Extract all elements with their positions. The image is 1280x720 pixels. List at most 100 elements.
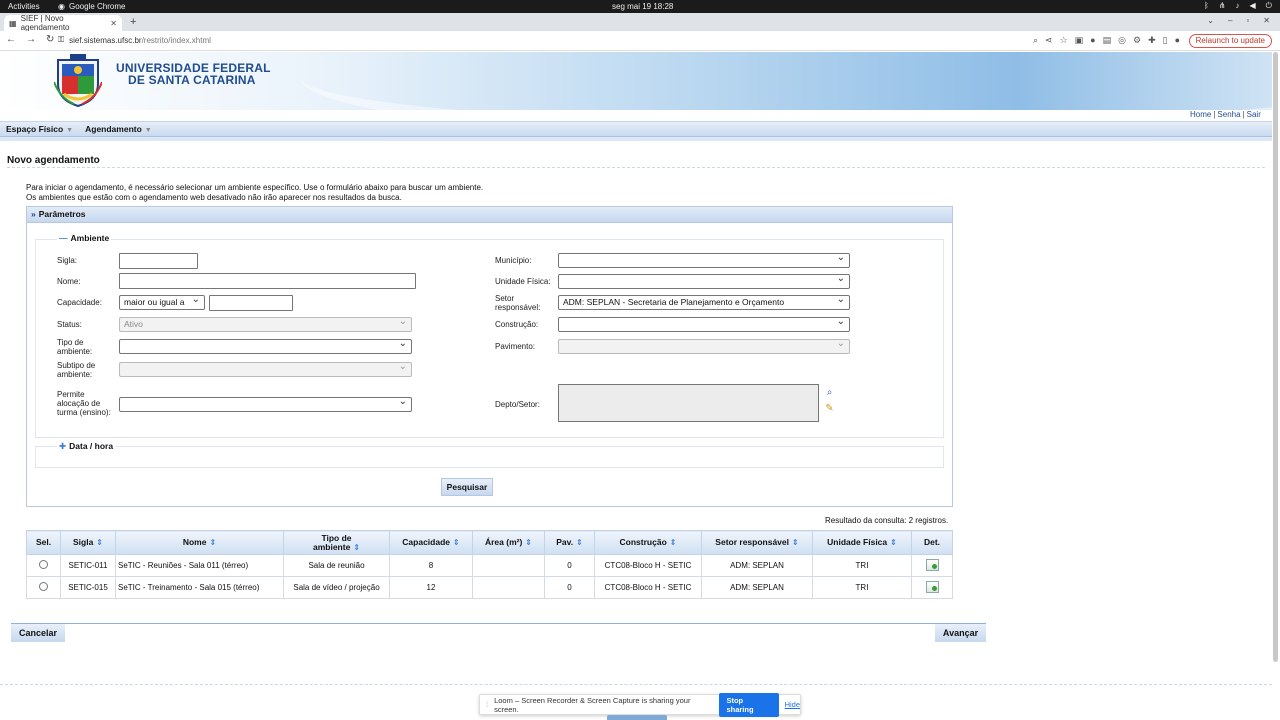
row-radio[interactable] (39, 560, 48, 569)
construcao-select[interactable] (558, 316, 850, 332)
tab-title: SIEF | Novo agendamento (20, 14, 70, 32)
col-area[interactable]: Área (m²) ⇕ (472, 530, 545, 555)
profile-icon[interactable]: ● (1175, 35, 1180, 46)
side-panel-icon[interactable]: ▯ (1163, 35, 1168, 46)
col-nome[interactable]: Nome ⇕ (115, 530, 284, 555)
cell-nome: SeTIC - Treinamento - Sala 015 (térreo) (115, 576, 284, 599)
zoom-icon[interactable]: ⌕ (1033, 35, 1038, 46)
col-setor[interactable]: Setor responsável ⇕ (701, 530, 813, 555)
col-unidade[interactable]: Unidade Física ⇕ (812, 530, 912, 555)
cancel-button[interactable]: Cancelar (11, 624, 65, 642)
details-icon[interactable] (925, 580, 939, 593)
extension-icon[interactable]: ◎ (1118, 35, 1126, 46)
capacidade-input[interactable] (209, 295, 293, 311)
menu-espaco-fisico[interactable]: Espaço Físico ▼ (0, 122, 79, 136)
reload-icon[interactable]: ↻ (46, 34, 54, 45)
depto-setor-label: Depto/Setor: (495, 400, 540, 409)
col-construcao[interactable]: Construção ⇕ (594, 530, 702, 555)
share-icon[interactable]: ⋖ (1045, 35, 1053, 46)
col-tipo[interactable]: Tipo de ambiente ⇕ (283, 530, 390, 555)
puzzle-icon[interactable]: ✚ (1148, 35, 1156, 46)
extension-icon[interactable]: ▤ (1103, 35, 1112, 46)
pavimento-select[interactable] (558, 338, 850, 354)
sort-icon: ⇕ (453, 538, 460, 547)
table-header-row: Sel. Sigla ⇕ Nome ⇕ Tipo de ambiente ⇕ Capac… (26, 530, 953, 555)
sort-icon: ⇕ (96, 538, 103, 547)
maximize-icon[interactable]: ▫ (1246, 16, 1249, 25)
browser-toolbar: ← → ↻ ⚿ sief.sistemas.ufsc.br/restrito/i… (0, 31, 1280, 51)
row-detail-cell (911, 576, 953, 599)
subtipo-ambiente-select[interactable] (119, 361, 412, 377)
cell-pav: 0 (544, 554, 595, 577)
system-tray[interactable]: ᛒ ⋔ ♪ ◀ ⏻ (1204, 1, 1272, 11)
cell-area (472, 576, 545, 599)
clear-broom-icon[interactable]: ✎ (823, 402, 836, 415)
activities-button[interactable]: Activities (8, 2, 40, 11)
site-info-icon[interactable]: ⚿ (58, 35, 64, 45)
row-select-cell (26, 576, 61, 599)
relaunch-button[interactable]: Relaunch to update (1188, 34, 1272, 48)
depto-setor-textarea[interactable] (558, 384, 819, 422)
ufsc-crest-icon[interactable] (54, 54, 102, 108)
back-icon[interactable]: ← (6, 34, 16, 45)
results-table: Sel. Sigla ⇕ Nome ⇕ Tipo de ambiente ⇕ Capac… (26, 530, 953, 599)
extension-icon[interactable]: ⚙ (1133, 35, 1141, 46)
cell-nome: SeTIC - Reuniões - Sala 011 (térreo) (115, 554, 284, 577)
unidade-fisica-select[interactable] (558, 273, 850, 289)
sigla-input[interactable] (119, 253, 198, 269)
chevron-down-icon: ▼ (66, 127, 74, 134)
new-tab-icon[interactable]: + (130, 16, 136, 28)
next-button[interactable]: Avançar (935, 624, 986, 642)
details-icon[interactable] (925, 558, 939, 571)
forward-icon[interactable]: → (26, 34, 36, 45)
data-hora-legend[interactable]: ✚ Data / hora (57, 441, 116, 452)
municipio-select[interactable] (558, 252, 850, 268)
municipio-label: Município: (495, 256, 532, 265)
close-window-icon[interactable]: ✕ (1263, 16, 1270, 25)
close-tab-icon[interactable]: ✕ (110, 19, 117, 28)
sair-link[interactable]: Sair (1247, 110, 1261, 119)
setor-responsavel-label: Setor responsável: (495, 294, 541, 312)
menu-agendamento[interactable]: Agendamento ▼ (79, 122, 158, 136)
collapse-chevron-icon: » (31, 209, 36, 219)
row-radio[interactable] (39, 582, 48, 591)
hide-link[interactable]: Hide (785, 700, 800, 709)
col-sigla[interactable]: Sigla ⇕ (60, 530, 116, 555)
nome-input[interactable] (119, 273, 416, 289)
address-bar[interactable]: ⚿ sief.sistemas.ufsc.br/restrito/index.x… (58, 35, 211, 45)
parameters-header[interactable]: » Parâmetros (27, 207, 952, 223)
result-count: Resultado da consulta: 2 registros. (825, 516, 949, 525)
sort-icon: ⇕ (353, 542, 361, 552)
data-hora-fieldset (35, 446, 944, 468)
extension-icon[interactable]: ● (1090, 35, 1095, 46)
tab-search-icon[interactable]: ⌄ (1207, 16, 1214, 25)
permite-alocacao-select[interactable] (119, 396, 412, 412)
bookmark-star-icon[interactable]: ☆ (1060, 35, 1068, 46)
header-links: Home | Senha | Sair (1190, 110, 1261, 119)
col-pav[interactable]: Pav. ⇕ (544, 530, 595, 555)
sort-icon: ⇕ (525, 538, 532, 547)
pesquisar-button[interactable]: Pesquisar (441, 478, 493, 496)
search-icon[interactable]: ⌕ (823, 386, 836, 399)
stop-sharing-button[interactable]: Stop sharing (719, 692, 779, 717)
footer-decoration (607, 715, 667, 720)
home-link[interactable]: Home (1190, 110, 1211, 119)
extension-icon[interactable]: ▣ (1075, 35, 1084, 46)
page-scrollbar[interactable] (1273, 52, 1278, 662)
capacidade-operator-select[interactable]: maior ou igual a (119, 294, 205, 310)
clock[interactable]: seg mai 19 18:28 (612, 2, 673, 11)
minimize-icon[interactable]: – (1228, 16, 1232, 25)
app-menu[interactable]: ◉ Google Chrome (58, 2, 125, 11)
tipo-ambiente-select[interactable] (119, 338, 412, 354)
cell-tipo: Sala de reunião (283, 554, 390, 577)
cell-setor: ADM: SEPLAN (701, 554, 813, 577)
ambiente-legend[interactable]: — Ambiente (57, 233, 112, 243)
browser-tab[interactable]: ▦ SIEF | Novo agendamento ✕ (4, 14, 122, 32)
col-capacidade[interactable]: Capacidade ⇕ (389, 530, 473, 555)
university-name: UNIVERSIDADE FEDERAL DE SANTA CATARINA (116, 61, 271, 87)
setor-responsavel-select[interactable]: ADM: SEPLAN - Secretaria de Planejamento… (558, 294, 850, 310)
status-select[interactable]: Ativo (119, 316, 412, 332)
page-title: Novo agendamento (7, 155, 100, 166)
senha-link[interactable]: Senha (1217, 110, 1240, 119)
drag-handle-icon[interactable]: ⁞ (486, 700, 488, 709)
